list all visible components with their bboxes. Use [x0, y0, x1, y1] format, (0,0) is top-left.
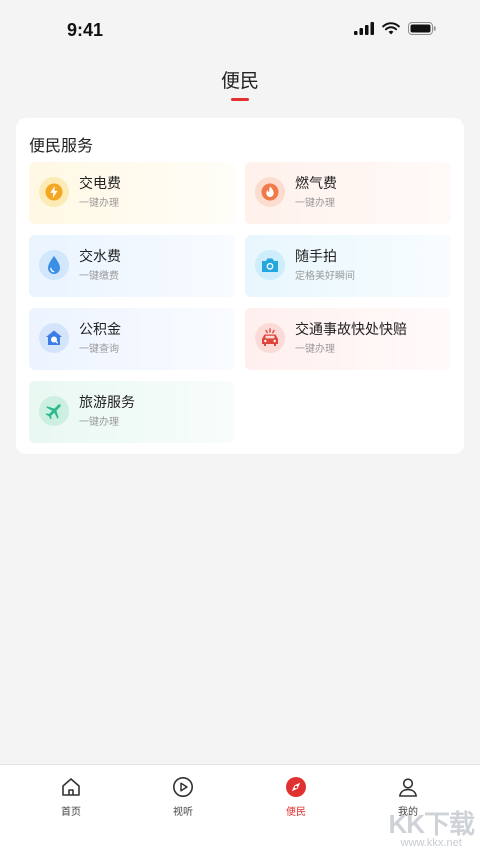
- water-drop-icon: [39, 250, 69, 280]
- service-tile-traffic-accident[interactable]: 交通事故快处快赔 一键办理: [245, 308, 451, 370]
- flame-icon: [255, 177, 285, 207]
- status-icons: [354, 22, 436, 35]
- service-subtitle: 一键办理: [79, 417, 119, 428]
- watermark-url: www.kkx.net: [400, 837, 462, 849]
- section-title: 便民服务: [29, 136, 94, 155]
- service-subtitle: 一键办理: [295, 198, 335, 209]
- compass-icon: [256, 775, 336, 799]
- service-title: 旅游服务: [79, 395, 135, 411]
- services-card: 便民服务 交电费 一键办理 燃气费 一键办理 交水费 一键缴费 随手拍 定格美好…: [16, 118, 464, 454]
- battery-icon: [408, 22, 436, 35]
- service-tile-housing-fund[interactable]: 公积金 一键查询: [29, 308, 235, 370]
- tab-services[interactable]: 便民: [256, 775, 336, 818]
- service-title: 公积金: [79, 322, 121, 338]
- service-title: 燃气费: [295, 176, 337, 192]
- home-icon: [31, 775, 111, 799]
- tab-label: 视听: [173, 807, 193, 818]
- service-title: 交电费: [79, 176, 121, 192]
- status-time: 9:41: [67, 20, 104, 40]
- service-title: 随手拍: [295, 249, 337, 265]
- house-fund-icon: [39, 323, 69, 353]
- service-title: 交通事故快处快赔: [295, 322, 407, 338]
- service-subtitle: 一键查询: [79, 344, 119, 355]
- title-underline: [231, 98, 249, 101]
- tab-media[interactable]: 视听: [143, 775, 223, 818]
- tab-home[interactable]: 首页: [31, 775, 111, 818]
- service-tile-water[interactable]: 交水费 一键缴费: [29, 235, 235, 297]
- service-subtitle: 一键办理: [295, 344, 335, 355]
- signal-icon: [354, 22, 374, 35]
- watermark-main: KK下载: [388, 809, 475, 839]
- watermark: KK下载 www.kkx.net: [388, 804, 475, 849]
- airplane-icon: [39, 396, 69, 426]
- camera-icon: [255, 250, 285, 280]
- service-tile-travel[interactable]: 旅游服务 一键办理: [29, 381, 235, 443]
- service-subtitle: 一键缴费: [79, 271, 119, 282]
- car-accident-icon: [255, 323, 285, 353]
- tab-label: 便民: [286, 807, 306, 818]
- page-title: 便民: [220, 70, 259, 92]
- service-tile-electricity[interactable]: 交电费 一键办理: [29, 162, 235, 224]
- bottom-tab-bar: 首页 视听 便民 我的 KK下载 www.kkx.net: [0, 764, 480, 853]
- tab-label: 首页: [61, 807, 81, 818]
- wifi-icon: [382, 22, 400, 35]
- play-icon: [143, 775, 223, 799]
- service-subtitle: 一键办理: [79, 198, 119, 209]
- service-tile-snapshot[interactable]: 随手拍 定格美好瞬间: [245, 235, 451, 297]
- lightning-icon: [39, 177, 69, 207]
- service-tile-gas[interactable]: 燃气费 一键办理: [245, 162, 451, 224]
- user-icon: [368, 775, 448, 799]
- status-bar: 9:41: [0, 0, 480, 60]
- service-title: 交水费: [79, 249, 121, 265]
- service-subtitle: 定格美好瞬间: [295, 271, 355, 282]
